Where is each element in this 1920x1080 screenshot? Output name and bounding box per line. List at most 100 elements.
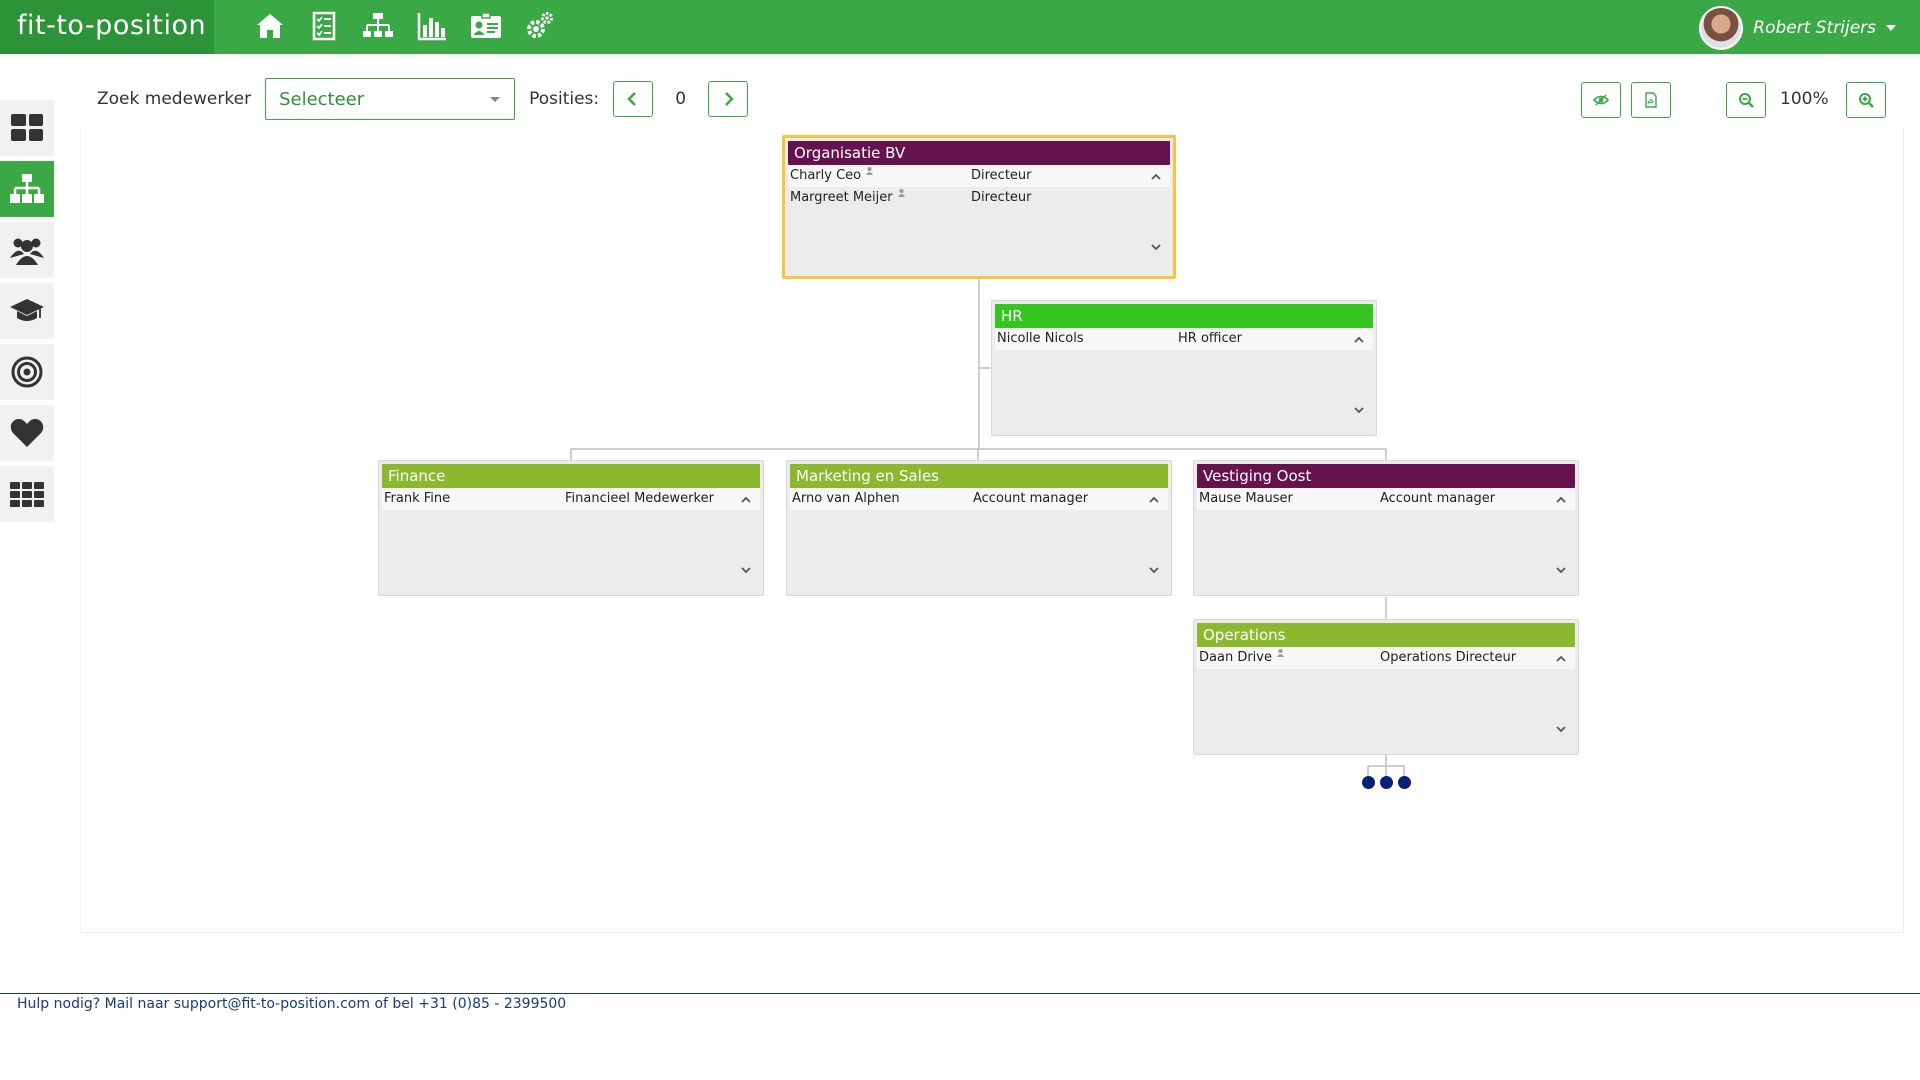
avatar[interactable] [1699, 6, 1744, 50]
sidebar-item-employees[interactable] [0, 222, 54, 278]
employee-name: Mause Mauser [1199, 491, 1293, 506]
chevron-up-icon[interactable] [1148, 494, 1160, 506]
person-icon [1276, 649, 1284, 657]
zoom-in-icon [1859, 93, 1874, 108]
unit-header[interactable]: Marketing en Sales [790, 464, 1168, 488]
chevron-down-icon[interactable] [1886, 25, 1896, 31]
toggle-visibility-button[interactable] [1581, 82, 1621, 118]
org-unit-hr[interactable]: HR Nicolle Nicols HR officer [991, 300, 1377, 436]
zoom-out-icon [1739, 93, 1754, 108]
employee-role: Account manager [1380, 491, 1496, 506]
checklist-icon[interactable] [306, 8, 342, 44]
unit-body: Daan Drive Operations Directeur [1197, 647, 1575, 747]
chevron-down-icon[interactable] [1555, 564, 1567, 576]
chevron-up-icon[interactable] [1353, 334, 1365, 346]
zoom-level: 100% [1780, 89, 1829, 109]
chevron-up-icon[interactable] [740, 494, 752, 506]
list-item[interactable]: Frank Fine Financieel Medewerker [382, 488, 760, 510]
sidebar-item-apps[interactable] [0, 466, 54, 522]
person-icon [897, 189, 905, 197]
chevron-up-icon[interactable] [1555, 653, 1567, 665]
chevron-up-icon[interactable] [1150, 171, 1162, 183]
top-bar: fit-to-position Robert Strijers [0, 0, 1920, 54]
user-menu[interactable]: Robert Strijers [1699, 6, 1896, 50]
graduation-cap-icon [10, 299, 44, 321]
chevron-left-icon [627, 92, 637, 106]
sitemap-icon [10, 174, 44, 203]
org-unit-vestiging-oost[interactable]: Vestiging Oost Mause Mauser Account mana… [1193, 460, 1579, 596]
employee-name: Daan Drive [1199, 650, 1272, 665]
unit-header[interactable]: Finance [382, 464, 760, 488]
list-item[interactable]: Daan Drive Operations Directeur [1197, 647, 1575, 669]
prev-position-button[interactable] [613, 81, 654, 117]
heart-icon [10, 419, 44, 447]
search-employee-label: Zoek medewerker [97, 89, 252, 109]
employee-role: Financieel Medewerker [565, 491, 714, 506]
employee-name: Charly Ceo [790, 168, 862, 183]
grid-icon [10, 482, 44, 507]
org-unit-finance[interactable]: Finance Frank Fine Financieel Medewerker [378, 460, 764, 596]
unit-body: Charly Ceo Directeur Margreet Meijer Dir… [788, 165, 1170, 265]
list-item[interactable]: Mause Mauser Account manager [1197, 488, 1575, 510]
chevron-down-icon[interactable] [1148, 564, 1160, 576]
top-nav [252, 8, 558, 44]
sidebar-item-favorites[interactable] [0, 405, 54, 461]
gears-icon[interactable] [522, 8, 558, 44]
target-icon [11, 356, 43, 388]
chevron-down-icon[interactable] [1353, 404, 1365, 416]
sidebar-item-dashboard[interactable] [0, 100, 54, 156]
sidebar-item-goals[interactable] [0, 344, 54, 400]
dashboard-icon [11, 114, 43, 141]
employee-role: Directeur [971, 168, 1032, 183]
more-dot-icon [1362, 776, 1375, 789]
expand-more-units-button[interactable] [1362, 776, 1411, 789]
chevron-down-icon[interactable] [1555, 723, 1567, 735]
app-logo[interactable]: fit-to-position [0, 0, 214, 54]
org-unit-marketing-en-sales[interactable]: Marketing en Sales Arno van Alphen Accou… [786, 460, 1172, 596]
more-dot-icon [1380, 776, 1393, 789]
chevron-down-icon[interactable] [1150, 241, 1162, 253]
dropdown-arrow-icon [490, 97, 501, 102]
positions-label: Posities: [529, 89, 600, 109]
employee-role: Operations Directeur [1380, 650, 1517, 665]
chevron-up-icon[interactable] [1555, 494, 1567, 506]
unit-body: Nicolle Nicols HR officer [995, 328, 1373, 428]
unit-body: Arno van Alphen Account manager [790, 488, 1168, 588]
employee-select[interactable]: Selecteer [265, 78, 516, 120]
list-item[interactable]: Arno van Alphen Account manager [790, 488, 1168, 510]
list-item[interactable]: Nicolle Nicols HR officer [995, 328, 1373, 350]
user-name[interactable]: Robert Strijers [1753, 18, 1876, 38]
pdf-file-icon [1645, 92, 1657, 108]
zoom-in-button[interactable] [1846, 82, 1886, 118]
employee-select-value: Selecteer [279, 88, 365, 110]
chevron-down-icon[interactable] [740, 564, 752, 576]
chevron-right-icon [725, 92, 734, 106]
id-card-icon[interactable] [468, 8, 504, 44]
footer-help-text: Hulp nodig? Mail naar support@fit-to-pos… [17, 996, 567, 1012]
bar-chart-icon[interactable] [414, 8, 450, 44]
list-item[interactable]: Charly Ceo Directeur [788, 165, 1170, 187]
positions-count: 0 [675, 89, 687, 109]
unit-header[interactable]: Vestiging Oost [1197, 464, 1575, 488]
unit-header[interactable]: Organisatie BV [788, 141, 1170, 165]
export-pdf-button[interactable] [1631, 82, 1671, 118]
zoom-out-button[interactable] [1726, 82, 1766, 118]
sidebar-item-education[interactable] [0, 283, 54, 339]
unit-body: Frank Fine Financieel Medewerker [382, 488, 760, 588]
chart-toolbar: Zoek medewerker Selecteer Posities: 0 [97, 78, 749, 120]
next-position-button[interactable] [708, 81, 749, 117]
unit-header[interactable]: HR [995, 304, 1373, 328]
employee-role: HR officer [1178, 331, 1242, 346]
orgchart-icon[interactable] [360, 8, 396, 44]
org-unit-organisatie-bv[interactable]: Organisatie BV Charly Ceo Directeur Marg… [782, 135, 1176, 279]
employee-role: Account manager [973, 491, 1089, 506]
unit-body: Mause Mauser Account manager [1197, 488, 1575, 588]
left-sidebar [0, 100, 56, 527]
eye-icon [1593, 94, 1609, 106]
home-icon[interactable] [252, 8, 288, 44]
org-unit-operations[interactable]: Operations Daan Drive Operations Directe… [1193, 619, 1579, 755]
footer-divider [0, 993, 1920, 994]
list-item[interactable]: Margreet Meijer Directeur [788, 187, 1170, 209]
unit-header[interactable]: Operations [1197, 623, 1575, 647]
sidebar-item-orgchart[interactable] [0, 161, 54, 217]
